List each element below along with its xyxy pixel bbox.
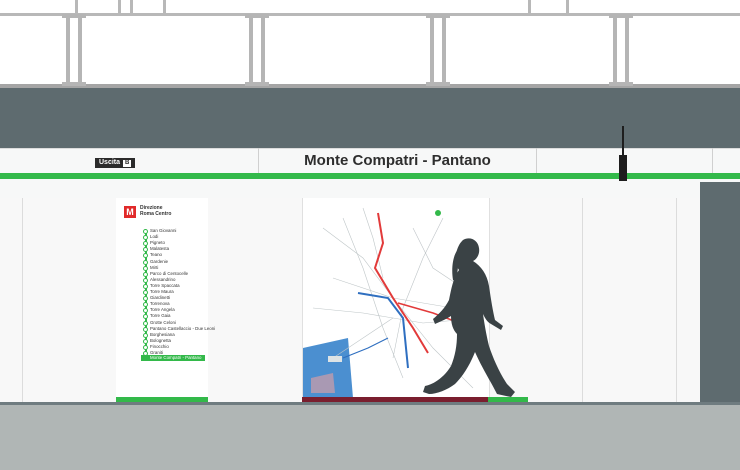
wall-panel-joint (22, 198, 23, 403)
final-stop-highlight: Monte Compatri - Pantano (141, 355, 205, 361)
stop-item: Parco di Centocelle (142, 271, 188, 277)
stop-dot-icon (143, 290, 148, 295)
stop-dot-icon (143, 229, 148, 234)
stop-item: Pantano Castellaccio - Due Leoni (142, 326, 215, 332)
stop-dot-icon (143, 344, 148, 350)
map-label-block (328, 356, 342, 362)
stop-label: Pigneto (150, 240, 165, 246)
stop-label: Mirti (150, 264, 159, 270)
stop-item: Grotte Celoni (142, 320, 176, 326)
ceiling-pillar (245, 14, 269, 86)
person-silhouette (423, 238, 515, 397)
ceiling-frame-post (75, 0, 78, 14)
stop-label: Finocchio (150, 343, 169, 349)
stop-item: Borghesiana (142, 332, 175, 338)
stop-label: San Giovanni (150, 228, 177, 233)
map-marker (435, 210, 441, 216)
direction-label-line: Roma Centro (140, 211, 172, 217)
stop-label: Borghesiana (150, 331, 175, 337)
exit-sign: Uscita B (95, 158, 136, 168)
stop-dot-icon (143, 265, 148, 271)
stop-item: Pigneto (142, 240, 165, 247)
exit-sign-label: Uscita (99, 159, 121, 166)
stop-item: Torre Gaia (142, 313, 171, 320)
antenna-rod (622, 126, 624, 156)
stop-dot-icon (143, 302, 148, 308)
ceiling-frame-post (118, 0, 121, 14)
stop-item: Alessandrino (142, 277, 175, 283)
exit-number-badge: B (123, 160, 132, 167)
stop-item: Gardenie (142, 259, 168, 265)
stop-dot-icon (143, 235, 148, 241)
stop-dot-icon (143, 271, 148, 277)
stop-label: Teano (150, 252, 162, 258)
metro-logo-icon: M (124, 206, 136, 218)
map-line-b-branch (342, 337, 389, 359)
ceiling-beam (0, 88, 740, 148)
stop-dot-icon (143, 320, 148, 326)
stop-label: Grotte Celoni (150, 319, 176, 325)
stop-item: Giardinetti (142, 295, 170, 302)
ceiling-pillar (62, 14, 86, 86)
stop-dot-icon (143, 253, 148, 259)
stop-label: Torre Gaia (150, 313, 171, 319)
ceiling-frame-post (130, 0, 133, 14)
station-name-sign: Monte Compatri - Pantano (304, 152, 491, 169)
stop-dot-icon (143, 283, 148, 289)
stop-item: Torre Angela (142, 307, 175, 314)
stop-label: Bolognetta (150, 337, 171, 343)
stop-dot-icon (143, 314, 148, 320)
stop-label: Torre Spaccata (150, 282, 180, 288)
ceiling-pillar (426, 14, 450, 86)
stop-label: Lodi (150, 234, 159, 240)
stop-label: Torre Angela (150, 307, 175, 313)
stop-item: Malatesta (142, 246, 169, 253)
stop-item: Finocchio (142, 344, 169, 350)
stop-dot-icon (143, 332, 148, 338)
stop-item: Mirti (142, 265, 158, 271)
stop-dot-icon (143, 296, 148, 302)
stop-dot-icon (143, 247, 148, 253)
wall-panel-joint (582, 198, 583, 403)
stop-item: Lodi (142, 234, 158, 241)
stop-item: Teano (142, 252, 162, 259)
ceiling-frame-post (528, 0, 531, 14)
stop-item: San Giovanni (142, 228, 176, 234)
stop-item: Torrenova (142, 301, 170, 308)
stop-dot-icon (143, 338, 148, 344)
stop-label: Pantano Castellaccio - Due Leoni (150, 325, 216, 331)
platform-floor (0, 405, 740, 470)
stop-label: Torre Maura (150, 289, 174, 294)
wall-column (700, 182, 740, 404)
ceiling-pillar (609, 14, 633, 86)
antenna-device (619, 155, 627, 181)
stop-dot-icon (143, 241, 148, 247)
stop-label: Malatesta (150, 246, 170, 252)
wall-panel-joint (676, 198, 677, 403)
stop-dot-icon (143, 326, 148, 332)
stop-item: Bolognetta (142, 338, 171, 344)
stop-dot-icon (143, 259, 148, 265)
stop-item: Torre Maura (142, 289, 174, 295)
stop-label: Alessandrino (150, 276, 176, 282)
stop-label: Giardinetti (150, 295, 171, 301)
stop-item: Torre Spaccata (142, 283, 180, 289)
stop-dot-icon (143, 277, 148, 283)
line-color-stripe (0, 173, 740, 179)
ceiling-frame-post (163, 0, 166, 14)
stop-label: Torrenova (150, 301, 170, 307)
stop-dot-icon (143, 308, 148, 314)
direction-label: Direzione Roma Centro (140, 205, 200, 217)
stop-label: Parco di Centocelle (150, 270, 189, 276)
ceiling-frame-post (566, 0, 569, 14)
stop-label: Gardenie (150, 258, 169, 264)
